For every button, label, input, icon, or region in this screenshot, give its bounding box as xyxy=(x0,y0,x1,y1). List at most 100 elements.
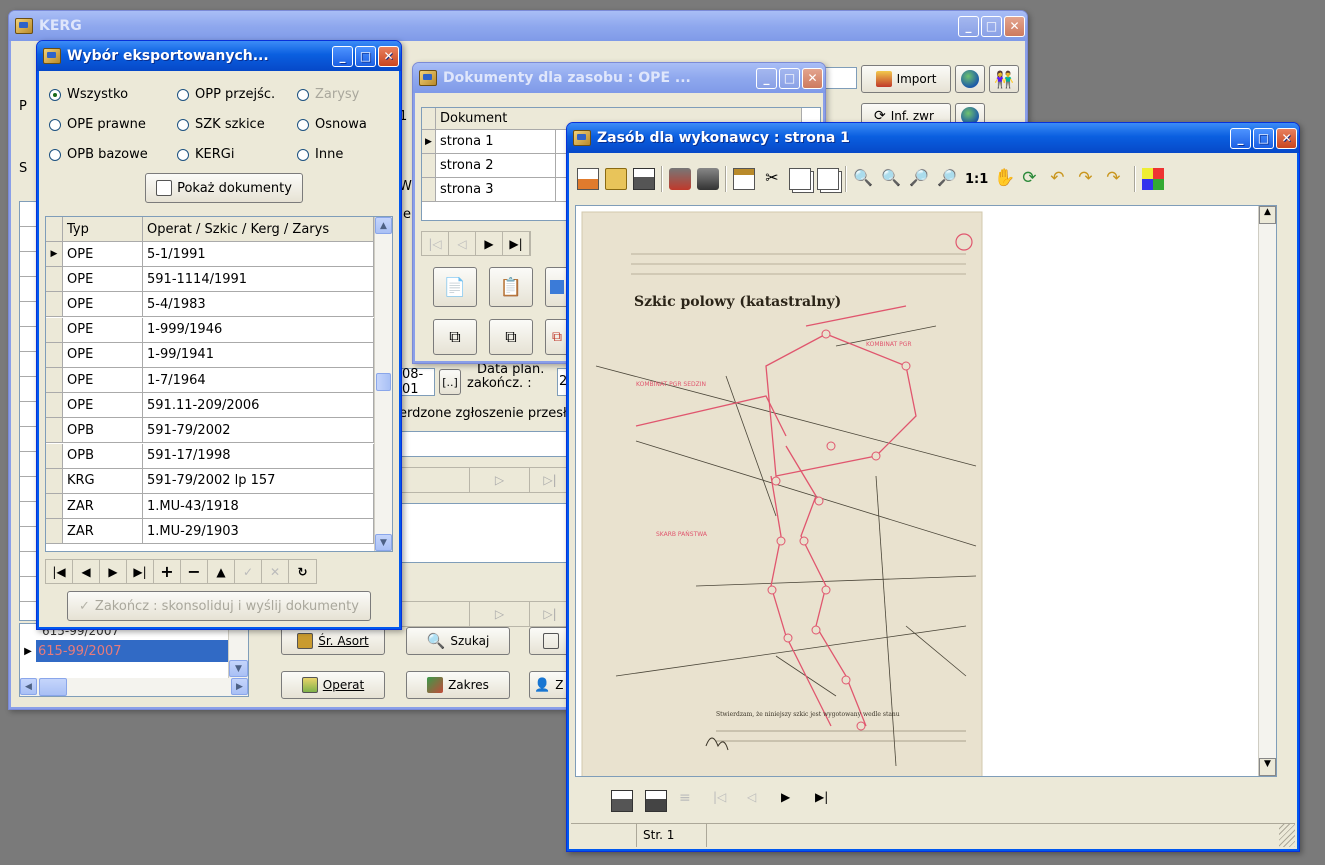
cut-icon[interactable]: ✂ xyxy=(761,168,783,190)
rotate-icon[interactable]: ⟳ xyxy=(1022,168,1044,190)
date-picker-button[interactable]: [..] xyxy=(439,369,461,395)
radio-option[interactable]: OPE prawne xyxy=(49,117,146,132)
print-icon[interactable] xyxy=(611,790,633,812)
dokumenty-titlebar[interactable]: Dokumenty dla zasobu : OPE ... _ □ ✕ xyxy=(413,63,825,93)
table-row[interactable]: OPE 591-1114/1991 xyxy=(46,267,374,293)
nav-next-icon[interactable]: ▶ xyxy=(781,790,803,812)
table-row[interactable]: ▶ OPE 5-1/1991 xyxy=(46,242,374,267)
radio-option[interactable]: Osnowa xyxy=(297,117,367,132)
scroll-thumb[interactable] xyxy=(376,373,391,391)
resize-grip-icon[interactable] xyxy=(1279,824,1295,847)
scanner-icon[interactable] xyxy=(697,168,719,190)
scan-viewer[interactable]: Szkic polowy (katastralny) KOMBINAT PGR … xyxy=(575,205,1277,777)
rotate-right-icon[interactable]: ↷ xyxy=(1078,168,1100,190)
table-row[interactable]: OPE 1-7/1964 xyxy=(46,368,374,393)
doc-open-button[interactable]: 📄 xyxy=(433,267,477,307)
import-button[interactable]: Import xyxy=(861,65,951,93)
flip-icon[interactable]: ↷ xyxy=(1106,168,1128,190)
kerg-titlebar[interactable]: KERG _ □ ✕ xyxy=(9,11,1027,41)
minimize-button[interactable]: _ xyxy=(756,67,777,89)
wybor-titlebar[interactable]: Wybór eksportowanych... _ □ ✕ xyxy=(37,41,401,71)
bottom-list-vscroll[interactable]: ▼ xyxy=(228,624,248,678)
nav-delete-icon[interactable]: − xyxy=(181,560,208,583)
nav-add-icon[interactable]: + xyxy=(154,560,181,583)
print-icon[interactable] xyxy=(633,168,655,190)
scroll-down-arrow[interactable]: ▼ xyxy=(375,534,392,551)
show-documents-button[interactable]: Pokaż dokumenty xyxy=(145,173,303,203)
table-row[interactable]: OPE 591.11-209/2006 xyxy=(46,393,374,419)
table-row[interactable]: ZAR 1.MU-29/1903 xyxy=(46,519,374,545)
col-typ[interactable]: Typ xyxy=(63,217,143,241)
sr-asort-button[interactable]: Śr. Asort xyxy=(281,627,385,655)
save-icon[interactable] xyxy=(577,168,599,190)
minimize-button[interactable]: _ xyxy=(332,45,353,67)
scroll-left-arrow[interactable]: ◀ xyxy=(20,678,37,695)
maximize-button[interactable]: □ xyxy=(355,45,376,67)
doc-copy-button[interactable]: 📋 xyxy=(489,267,533,307)
doc-scan-m-button[interactable]: ⧉ xyxy=(489,319,533,355)
doc-scan-button[interactable]: ⧉ xyxy=(433,319,477,355)
list-item-selected[interactable]: ▶ 615-99/2007 xyxy=(20,640,228,662)
close-button[interactable]: ✕ xyxy=(378,45,399,67)
pan-hand-icon[interactable]: ✋ xyxy=(994,168,1016,190)
nav-refresh-icon[interactable]: ↻ xyxy=(289,560,316,583)
minimize-button[interactable]: _ xyxy=(958,15,979,37)
close-button[interactable]: ✕ xyxy=(1004,15,1025,37)
zakres-button[interactable]: Zakres xyxy=(406,671,510,699)
nav-edit-icon[interactable]: ▲ xyxy=(208,560,235,583)
nav-next-icon[interactable]: ▶ xyxy=(476,232,503,255)
zoom-fit-icon[interactable]: 🔍 xyxy=(853,168,875,190)
nav-next-icon-2[interactable]: ▷ xyxy=(470,602,530,626)
table-row[interactable]: ZAR 1.MU-43/1918 xyxy=(46,494,374,519)
scroll-down-arrow[interactable]: ▼ xyxy=(1259,758,1276,776)
operat-button[interactable]: Operat xyxy=(281,671,385,699)
main-blank-field[interactable] xyxy=(399,431,573,457)
radio-option[interactable]: Inne xyxy=(297,147,343,162)
viewer-vscroll[interactable]: ▲ ▼ xyxy=(1258,206,1276,776)
szukaj-button[interactable]: 🔍 Szukaj xyxy=(406,627,510,655)
nav-first-icon[interactable]: |◀ xyxy=(46,560,73,583)
copy-icon[interactable] xyxy=(789,168,811,190)
zoom-out-icon[interactable]: 🔎 xyxy=(937,168,959,190)
radio-option[interactable]: OPB bazowe xyxy=(49,147,148,162)
table-row[interactable]: KRG 591-79/2002 lp 157 xyxy=(46,468,374,494)
table-row[interactable]: OPE 5-4/1983 xyxy=(46,292,374,318)
nav-next-icon[interactable]: ▶ xyxy=(100,560,127,583)
scroll-up-arrow[interactable]: ▲ xyxy=(1259,206,1276,224)
table-row[interactable]: OPE 1-999/1946 xyxy=(46,317,374,343)
duplicate-icon[interactable] xyxy=(817,168,839,190)
close-button[interactable]: ✕ xyxy=(1276,127,1297,149)
table-row[interactable]: OPB 591-79/2002 xyxy=(46,418,374,444)
scroll-up-arrow[interactable]: ▲ xyxy=(375,217,392,234)
date-field[interactable]: 08-01 xyxy=(399,367,435,397)
paste-icon[interactable] xyxy=(733,168,755,190)
bottom-list-hscroll[interactable]: ◀ ▶ xyxy=(20,678,248,696)
maximize-button[interactable]: □ xyxy=(779,67,800,89)
scroll-right-arrow[interactable]: ▶ xyxy=(231,678,248,695)
rotate-left-icon[interactable]: ↶ xyxy=(1050,168,1072,190)
maximize-button[interactable]: □ xyxy=(1253,127,1274,149)
col-operat[interactable]: Operat / Szkic / Kerg / Zarys xyxy=(143,217,374,241)
nav-last-icon[interactable]: ▶| xyxy=(815,790,837,812)
zasob-titlebar[interactable]: Zasób dla wykonawcy : strona 1 _ □ ✕ xyxy=(567,123,1299,153)
table-row[interactable]: OPE 1-99/1941 xyxy=(46,342,374,368)
nav-last-icon[interactable]: ▶| xyxy=(127,560,154,583)
close-button[interactable]: ✕ xyxy=(802,67,823,89)
minimize-button[interactable]: _ xyxy=(1230,127,1251,149)
open-folder-icon[interactable] xyxy=(605,168,627,190)
nav-prev-icon[interactable]: ◀ xyxy=(73,560,100,583)
zoom-area-icon[interactable]: 🔍 xyxy=(881,168,903,190)
main-top-field[interactable] xyxy=(821,67,857,89)
scanner-settings-icon[interactable] xyxy=(669,168,691,190)
operat-vscroll[interactable]: ▲ ▼ xyxy=(374,217,392,551)
people-button[interactable]: 👫 xyxy=(989,65,1019,93)
zoom-1-1-button[interactable]: 1:1 xyxy=(965,172,988,187)
nav-next-icon[interactable]: ▷ xyxy=(470,468,530,492)
color-palette-icon[interactable] xyxy=(1142,168,1165,190)
radio-option[interactable]: OPP przejśc. xyxy=(177,87,275,102)
nav-last-icon[interactable]: ▶| xyxy=(503,232,530,255)
nav-last-icon[interactable]: ▷| xyxy=(530,468,570,492)
nav-last-icon-2[interactable]: ▷| xyxy=(530,602,570,626)
radio-option[interactable]: KERGi xyxy=(177,147,234,162)
radio-option[interactable]: SZK szkice xyxy=(177,117,265,132)
